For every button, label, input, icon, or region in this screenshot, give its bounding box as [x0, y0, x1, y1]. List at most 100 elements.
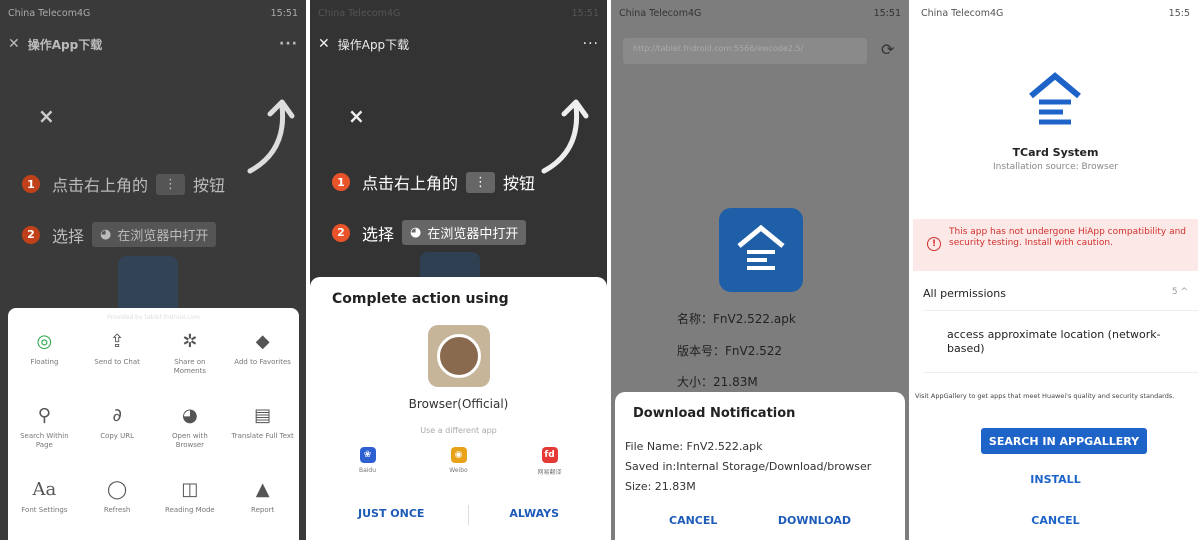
share-item-label: Reading Mode [165, 506, 215, 514]
send-icon: ⇪ [109, 330, 125, 352]
tcard-logo-icon [1029, 72, 1081, 125]
app-name: Weibo [449, 467, 468, 474]
close-icon[interactable]: ✕ [318, 36, 330, 52]
share-item-copy-url[interactable]: ∂ Copy URL [81, 404, 154, 466]
globe-icon: ◕ [182, 404, 198, 426]
step-number: 1 [332, 173, 350, 191]
alternative-apps: ❀ Baidu ◉ Weibo fd 网易翻译 [310, 447, 607, 476]
kebab-chip: ⋮ [466, 171, 496, 193]
guide-close-icon[interactable]: × [348, 104, 365, 128]
install-button[interactable]: INSTALL [913, 473, 1198, 486]
just-once-button[interactable]: JUST ONCE [358, 507, 424, 520]
carrier-text: China Telecom4G [318, 7, 401, 19]
share-item-font[interactable]: Aa Font Settings [8, 478, 81, 540]
step-text: 选择 [362, 224, 395, 244]
action-buttons: JUST ONCE ALWAYS [310, 507, 607, 520]
more-menu-icon[interactable]: ··· [583, 36, 599, 52]
complete-action-sheet: Complete action using Browser(Official) … [310, 277, 607, 540]
share-sheet: Provided by tablet.fndroid.com ◎ Floating… [8, 308, 299, 540]
panel-complete-action: China Telecom4G 15:51 ✕ 操作App下载 ··· × 1 … [310, 0, 607, 540]
app-logo [719, 208, 803, 292]
share-item-report[interactable]: ▲ Report [226, 478, 299, 540]
browser-app-icon[interactable] [428, 325, 490, 387]
open-in-browser-chip: ◕ 在浏览器中打开 [92, 222, 217, 247]
page-title: 操作App下载 [337, 37, 410, 52]
guide-step-2: 2 选择 ◕ 在浏览器中打开 [22, 222, 224, 247]
kebab-chip: ⋮ [156, 173, 186, 195]
step-number: 2 [22, 225, 40, 244]
panel-share-menu: China Telecom4G 15:51 ✕ 操作App下载 ··· × 1 … [0, 0, 306, 540]
step-text: 按钮 [503, 174, 536, 193]
app-option-youdao[interactable]: fd 网易翻译 [520, 447, 580, 476]
baidu-icon: ❀ [359, 447, 376, 463]
globe-icon [437, 334, 481, 378]
share-item-reading[interactable]: ◫ Reading Mode [154, 478, 227, 540]
share-item-open-browser[interactable]: ◕ Open with Browser [154, 404, 227, 466]
version-label: 版本号：FnV2.522 [677, 344, 783, 358]
share-grid: ◎ Floating ⇪ Send to Chat ✲ Share on Moment… [8, 330, 299, 540]
size-label: 大小：21.83M [677, 375, 758, 389]
clock-text: 15:51 [873, 7, 901, 19]
file-name-label: 名称：FnV2.522.apk [677, 312, 796, 326]
document-icon: ▤ [254, 404, 272, 426]
app-title: TCard System [1012, 146, 1099, 159]
guide-close-icon[interactable]: × [38, 104, 55, 128]
share-item-label: Font Settings [21, 506, 68, 514]
clock-text: 15:51 [571, 7, 599, 19]
clock-text: 15:51 [270, 7, 298, 19]
moments-icon: ✲ [182, 330, 198, 352]
app-name: 网易翻译 [537, 469, 562, 476]
dialog-title: Download Notification [633, 406, 796, 421]
globe-icon: ◕ [100, 227, 112, 242]
guide-step-2: 2 选择 ◕ 在浏览器中打开 [332, 220, 534, 245]
share-item-translate[interactable]: ▤ Translate Full Text [226, 404, 299, 466]
divider [923, 310, 1198, 311]
share-item-refresh[interactable]: ◯ Refresh [81, 478, 154, 540]
more-menu-icon[interactable]: ··· [279, 36, 298, 52]
app-option-baidu[interactable]: ❀ Baidu [338, 447, 398, 476]
url-bar[interactable]: http://tablet.fndroid.com:5566/ewcode2.5… [623, 38, 867, 64]
app-option-weibo[interactable]: ◉ Weibo [429, 447, 489, 476]
share-item-label: Refresh [103, 506, 131, 514]
sheet-title: Complete action using [332, 291, 509, 307]
app-logo-faded [118, 256, 178, 316]
always-button[interactable]: ALWAYS [509, 507, 559, 520]
appgallery-notice: Visit AppGallery to get apps that meet H… [915, 392, 1175, 400]
share-item-favorites[interactable]: ◆ Add to Favorites [226, 330, 299, 392]
screenshot-collage: China Telecom4G 15:51 ✕ 操作App下载 ··· × 1 … [0, 0, 1198, 540]
carrier-text: China Telecom4G [921, 7, 1004, 19]
link-icon: ∂ [112, 404, 122, 426]
status-bar: China Telecom4G 15:51 [310, 0, 607, 26]
globe-icon: ◕ [410, 225, 422, 240]
title-bar: ✕ 操作App下载 ··· [310, 26, 607, 62]
share-item-floating[interactable]: ◎ Floating [8, 330, 81, 392]
refresh-icon[interactable]: ⟳ [881, 40, 894, 59]
step-text: 选择 [52, 226, 85, 246]
share-item-send-to-chat[interactable]: ⇪ Send to Chat [81, 330, 154, 392]
step-number: 1 [22, 175, 40, 193]
permissions-header[interactable]: All permissions 5 ^ [923, 287, 1188, 300]
cancel-button[interactable]: CANCEL [669, 514, 717, 527]
step-text: 按钮 [193, 176, 226, 195]
panel-install: China Telecom4G 15:5 TCard System Instal… [913, 0, 1198, 540]
search-appgallery-button[interactable]: SEARCH IN APPGALLERY [981, 428, 1147, 454]
cancel-button[interactable]: CANCEL [913, 514, 1198, 527]
page-title: 操作App下载 [27, 37, 103, 52]
tcard-logo-icon [737, 224, 785, 270]
dialog-saved-in: Saved in:Internal Storage/Download/brows… [625, 460, 872, 473]
weibo-icon: ◉ [450, 447, 467, 463]
dialog-size: Size: 21.83M [625, 480, 696, 493]
share-item-search[interactable]: ⚲ Search Within Page [8, 404, 81, 466]
download-dialog: Download Notification File Name: FnV2.52… [615, 392, 905, 540]
dialog-file-name: File Name: FnV2.522.apk [625, 440, 763, 453]
download-button[interactable]: DOWNLOAD [778, 514, 851, 527]
panel-download: China Telecom4G 15:51 http://tablet.fndr… [611, 0, 909, 540]
share-item-moments[interactable]: ✲ Share on Moments [154, 330, 227, 392]
close-icon[interactable]: ✕ [8, 36, 20, 52]
divider [923, 372, 1198, 373]
search-icon: ⚲ [37, 404, 51, 426]
font-icon: Aa [32, 478, 57, 500]
permission-item: access approximate location (network-bas… [947, 328, 1161, 355]
share-item-label: Translate Full Text [231, 432, 294, 440]
floating-icon: ◎ [36, 330, 53, 352]
